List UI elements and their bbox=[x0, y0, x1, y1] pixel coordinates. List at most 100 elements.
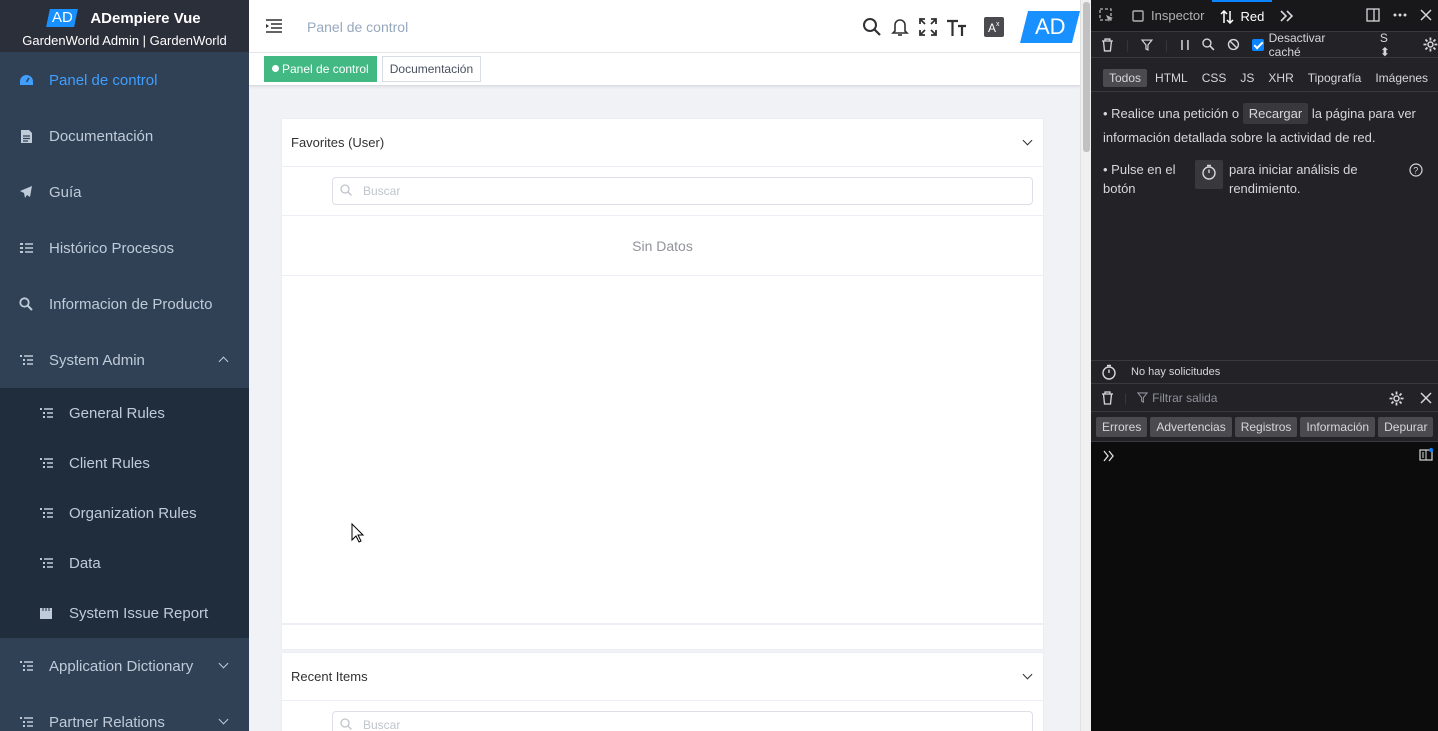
scrollbar-thumb[interactable] bbox=[1083, 2, 1090, 152]
trash-icon[interactable] bbox=[1101, 390, 1114, 405]
console-toolbar: | Filtrar salida bbox=[1091, 384, 1438, 412]
throttle-select[interactable]: S ⬍ bbox=[1380, 31, 1401, 59]
app-title: ADempiere Vue bbox=[90, 9, 201, 27]
svg-text:A: A bbox=[988, 21, 996, 35]
filter-js[interactable]: JS bbox=[1234, 69, 1260, 87]
font-size-button[interactable] bbox=[942, 13, 970, 41]
level-errores[interactable]: Errores bbox=[1096, 416, 1148, 437]
console-level-filters: Errores Advertencias Registros Informaci… bbox=[1091, 412, 1438, 442]
dock-icon[interactable] bbox=[1366, 8, 1380, 22]
performance-button[interactable] bbox=[1195, 160, 1223, 189]
settings-gear-icon[interactable] bbox=[1389, 391, 1404, 406]
filter-html[interactable]: HTML bbox=[1149, 69, 1194, 87]
tree-list-icon bbox=[38, 505, 54, 521]
fullscreen-icon bbox=[919, 17, 937, 36]
devtools-tabs: Inspector Red bbox=[1091, 0, 1438, 32]
sidebar-item-label: Documentación bbox=[49, 127, 154, 145]
reload-button[interactable]: Recargar bbox=[1242, 103, 1309, 124]
hamburger-toggle[interactable] bbox=[265, 18, 283, 34]
console-panel: | Filtrar salida Errores Advertencias Re… bbox=[1091, 384, 1438, 731]
level-advertencias[interactable]: Advertencias bbox=[1150, 416, 1232, 437]
sidebar-item-guia[interactable]: Guía bbox=[0, 164, 249, 220]
language-button[interactable]: Ax bbox=[980, 13, 1008, 41]
trash-icon[interactable] bbox=[1101, 37, 1114, 52]
sidebar-item-system-admin[interactable]: System Admin bbox=[0, 332, 249, 388]
page-scrollbar[interactable] bbox=[1080, 0, 1091, 731]
chevron-down-icon bbox=[218, 714, 229, 725]
network-type-filters: Todos HTML CSS JS XHR Tipografía Imágene… bbox=[1091, 64, 1438, 92]
search-input[interactable] bbox=[332, 711, 1033, 731]
more-tabs-button[interactable] bbox=[1272, 0, 1302, 32]
sidebar-item-label: Partner Relations bbox=[49, 713, 165, 731]
dashboard-icon bbox=[18, 72, 34, 88]
filter-todos[interactable]: Todos bbox=[1103, 68, 1148, 87]
sidebar-item-historico-procesos[interactable]: Histórico Procesos bbox=[0, 220, 249, 276]
sidebar-item-informacion-producto[interactable]: Informacion de Producto bbox=[0, 276, 249, 332]
pick-element-icon bbox=[1099, 7, 1113, 22]
sidebar-item-partner-relations[interactable]: Partner Relations bbox=[0, 694, 249, 731]
notifications-button[interactable] bbox=[886, 13, 914, 41]
sidebar-item-application-dictionary[interactable]: Application Dictionary bbox=[0, 638, 249, 694]
filter-icon[interactable] bbox=[1141, 38, 1153, 51]
pick-element-button[interactable] bbox=[1091, 0, 1123, 32]
sidebar-item-data[interactable]: Data bbox=[0, 538, 249, 588]
sidebar-item-label: System Admin bbox=[49, 351, 145, 369]
close-icon[interactable] bbox=[1420, 392, 1432, 404]
network-empty-info: • Realice una petición o Recargar la pág… bbox=[1091, 92, 1438, 208]
settings-gear-icon[interactable] bbox=[1423, 37, 1438, 52]
sidebar-item-client-rules[interactable]: Client Rules bbox=[0, 438, 249, 488]
sidebar-item-label: Panel de control bbox=[49, 71, 158, 89]
tag-documentacion[interactable]: Documentación bbox=[381, 56, 482, 82]
recent-items-panel-header[interactable]: Recent Items bbox=[282, 653, 1043, 701]
sidebar-item-label: Organization Rules bbox=[69, 504, 197, 522]
pause-icon[interactable] bbox=[1180, 39, 1190, 51]
avatar[interactable]: AD bbox=[1020, 10, 1080, 43]
chevron-down-icon bbox=[1022, 135, 1033, 146]
navbar-actions: Ax AD bbox=[858, 0, 1080, 53]
fullscreen-button[interactable] bbox=[914, 13, 942, 41]
performance-hint: • Pulse en el botón para iniciar análisi… bbox=[1103, 160, 1426, 198]
tree-list-icon bbox=[38, 555, 54, 571]
breadcrumb: Panel de control bbox=[307, 19, 409, 35]
sidebar-item-label: Application Dictionary bbox=[49, 657, 194, 675]
tag-panel-de-control[interactable]: Panel de control bbox=[264, 56, 377, 82]
more-options-icon[interactable] bbox=[1392, 8, 1408, 22]
search-button[interactable] bbox=[858, 13, 886, 41]
sidebar-logo[interactable]: AD ADempiere Vue GardenWorld Admin | Gar… bbox=[0, 0, 249, 52]
sidebar-item-system-issue-report[interactable]: System Issue Report bbox=[0, 588, 249, 638]
filter-xhr[interactable]: XHR bbox=[1262, 69, 1299, 87]
devtools-window-controls bbox=[1366, 8, 1432, 22]
search-icon bbox=[340, 718, 352, 730]
sidebar-item-documentacion[interactable]: Documentación bbox=[0, 108, 249, 164]
network-status-bar: No hay solicitudes bbox=[1091, 360, 1438, 384]
svg-text:x: x bbox=[996, 21, 1000, 28]
menu-fold-icon bbox=[266, 19, 282, 33]
favorites-panel-header[interactable]: Favorites (User) bbox=[282, 119, 1043, 167]
filter-imagenes[interactable]: Imágenes bbox=[1369, 69, 1434, 87]
console-prompt-icon[interactable] bbox=[1103, 450, 1115, 462]
sidebar-item-general-rules[interactable]: General Rules bbox=[0, 388, 249, 438]
editor-mode-icon[interactable] bbox=[1419, 448, 1433, 462]
send-icon bbox=[18, 184, 34, 200]
close-icon[interactable] bbox=[1420, 9, 1432, 21]
chevron-up-icon bbox=[218, 356, 229, 367]
tab-network[interactable]: Red bbox=[1212, 0, 1273, 32]
filter-tipografia[interactable]: Tipografía bbox=[1302, 69, 1368, 87]
block-icon[interactable] bbox=[1227, 38, 1240, 51]
help-icon[interactable]: ? bbox=[1409, 163, 1423, 177]
sidebar-item-panel-de-control[interactable]: Panel de control bbox=[0, 52, 249, 108]
main-content: Panel de control Ax AD Panel de control … bbox=[249, 0, 1080, 731]
disable-cache-checkbox[interactable]: Desactivar caché bbox=[1251, 31, 1360, 59]
level-registros[interactable]: Registros bbox=[1234, 416, 1298, 437]
request-count: No hay solicitudes bbox=[1131, 366, 1221, 378]
stopwatch-icon[interactable] bbox=[1101, 364, 1117, 380]
console-filter-input[interactable]: Filtrar salida bbox=[1152, 391, 1217, 405]
search-icon[interactable] bbox=[1202, 38, 1215, 51]
chevron-down-icon bbox=[218, 658, 229, 669]
sidebar-item-organization-rules[interactable]: Organization Rules bbox=[0, 488, 249, 538]
level-informacion[interactable]: Información bbox=[1300, 416, 1376, 437]
search-input[interactable] bbox=[332, 177, 1033, 205]
filter-css[interactable]: CSS bbox=[1196, 69, 1233, 87]
level-depurar[interactable]: Depurar bbox=[1378, 416, 1434, 437]
tab-inspector[interactable]: Inspector bbox=[1123, 0, 1212, 32]
